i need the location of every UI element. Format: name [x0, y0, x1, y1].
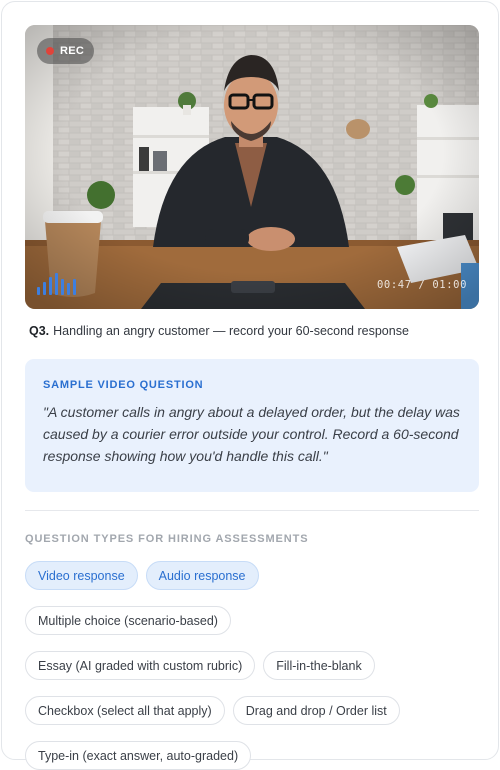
sample-question-box: SAMPLE VIDEO QUESTION "A customer calls … — [25, 359, 479, 492]
sample-question-text: "A customer calls in angry about a delay… — [43, 404, 460, 464]
recording-dot-icon — [46, 47, 54, 55]
question-type-chips: Video response Audio response Multiple c… — [25, 561, 479, 770]
video-feed-image — [25, 25, 479, 309]
assessment-card: REC 00:47 / 01:00 Q3. Handling an angry c… — [1, 1, 499, 770]
chip-audio-response[interactable]: Audio response — [145, 561, 259, 590]
chip-drag-and-drop[interactable]: Drag and drop / Order list — [232, 696, 400, 725]
chip-essay[interactable]: Essay (AI graded with custom rubric) — [25, 651, 256, 680]
recording-badge: REC — [37, 38, 95, 64]
question-text: Handling an angry customer — record your… — [53, 324, 409, 338]
recording-label: REC — [60, 45, 85, 57]
video-recorder[interactable]: REC 00:47 / 01:00 — [25, 25, 479, 309]
chip-fill-in-the-blank[interactable]: Fill-in-the-blank — [263, 651, 375, 680]
recording-timer: 00:47 / 01:00 — [377, 279, 467, 291]
chip-checkbox[interactable]: Checkbox (select all that apply) — [25, 696, 225, 725]
chip-multiple-choice[interactable]: Multiple choice (scenario-based) — [25, 606, 231, 635]
chip-type-in[interactable]: Type-in (exact answer, auto-graded) — [25, 741, 252, 770]
chip-video-response[interactable]: Video response — [25, 561, 138, 590]
question-line: Q3. Handling an angry customer — record y… — [29, 324, 479, 338]
question-types-heading: QUESTION TYPES FOR HIRING ASSESSMENTS — [25, 533, 309, 545]
section-divider — [25, 510, 479, 511]
audio-level-icon — [37, 273, 77, 295]
question-number: Q3. — [29, 324, 50, 338]
sample-question-title: SAMPLE VIDEO QUESTION — [43, 379, 204, 391]
